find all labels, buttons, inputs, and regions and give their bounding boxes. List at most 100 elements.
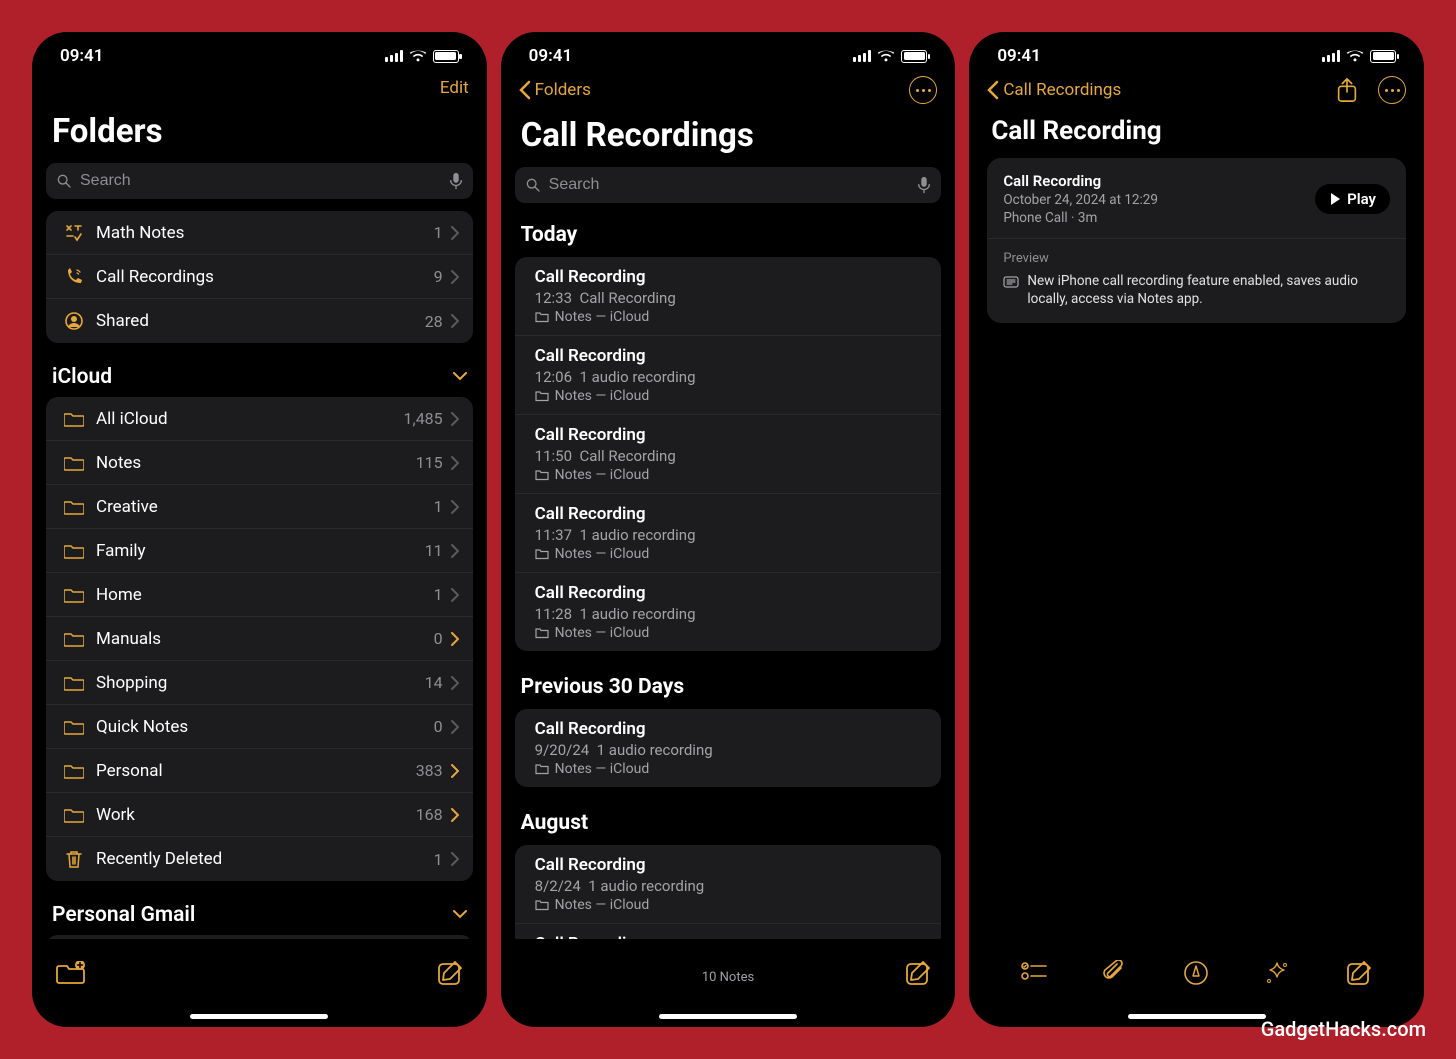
folder-row-shared[interactable]: Shared28 [46,299,473,343]
folder-count: 14 [425,673,443,692]
back-label: Call Recordings [1003,80,1121,100]
folder-row-math-notes[interactable]: Math Notes1 [46,211,473,255]
mic-icon[interactable] [449,172,463,190]
status-icons [385,49,459,63]
mic-icon[interactable] [917,176,931,194]
back-button[interactable]: Call Recordings [987,80,1121,100]
recording-row[interactable]: Call Recording11:50 Call RecordingNotes … [515,415,942,494]
gmail-section-header[interactable]: Personal Gmail [46,897,473,935]
back-button[interactable]: Folders [519,80,591,100]
folder-row-work[interactable]: Work168 [46,793,473,837]
search-field[interactable] [515,167,942,203]
recording-row[interactable]: Call Recording11:28 1 audio recordingNot… [515,573,942,651]
folder-icon [60,631,88,647]
search-field[interactable] [46,163,473,199]
chevron-right-icon [451,500,459,514]
status-bar: 09:41 [969,32,1424,74]
search-input[interactable] [80,172,441,190]
folder-label: Manuals [88,629,434,649]
folder-row-all-icloud[interactable]: All iCloud1,485 [46,397,473,441]
more-options-button[interactable] [1378,76,1406,104]
folder-count: 9 [434,267,443,286]
share-button[interactable] [1336,77,1358,103]
folder-row-recently-deleted[interactable]: Recently Deleted1 [46,837,473,881]
chevron-right-icon [451,808,459,822]
play-button[interactable]: Play [1315,184,1390,214]
trash-icon [60,849,88,869]
attach-button[interactable] [1103,960,1127,986]
compose-button[interactable] [437,960,463,986]
folder-row-creative[interactable]: Creative1 [46,485,473,529]
page-title: Call Recording [969,110,1424,158]
chevron-left-icon [519,80,531,100]
new-folder-button[interactable] [56,961,86,985]
folder-row-shopping[interactable]: Shopping14 [46,661,473,705]
recording-row[interactable]: Call Recording12:33 Call RecordingNotes … [515,257,942,336]
folder-count: 1 [434,223,443,242]
folder-label: Notes [88,453,416,473]
folder-row-notes[interactable]: Notes115 [46,441,473,485]
recording-location: Notes — iCloud [535,309,926,325]
folder-label: All iCloud [88,409,404,429]
markup-button[interactable] [1183,960,1209,986]
icloud-section-header[interactable]: iCloud [46,359,473,397]
recording-row[interactable]: Call Recording12:06 1 audio recordingNot… [515,336,942,415]
chevron-down-icon [453,910,467,920]
recording-sub: 8/2/24 1 audio recording [535,877,926,895]
search-input[interactable] [549,176,910,194]
card-date: October 24, 2024 at 12:29 [1003,192,1158,208]
folder-row-manuals[interactable]: Manuals0 [46,617,473,661]
checklist-button[interactable] [1021,962,1047,984]
folder-icon [60,411,88,427]
folder-icon [60,675,88,691]
folder-row-quick-notes[interactable]: Quick Notes0 [46,705,473,749]
cellular-icon [853,50,871,62]
note-count: 10 Notes [501,970,956,985]
recording-row[interactable]: Call Recording 8/2/24 1 audio recording No… [515,845,942,924]
folder-label: Call Recordings [88,267,434,287]
home-indicator[interactable] [190,1014,328,1019]
phone-call-recordings: 09:41 Folders Call Recordings [501,32,956,1027]
recording-row[interactable]: Call Recording11:37 1 audio recordingNot… [515,494,942,573]
folder-row-call-recordings[interactable]: Call Recordings9 [46,255,473,299]
home-indicator[interactable] [659,1014,797,1019]
status-time: 09:41 [529,46,572,66]
cellular-icon [1322,50,1340,62]
ai-button[interactable] [1264,960,1290,986]
folder-label: Work [88,805,416,825]
folder-count: 1 [434,850,443,869]
folder-count: 168 [416,805,443,824]
recording-sub: 9/20/24 1 audio recording [535,741,926,759]
folder-row-personal[interactable]: Personal383 [46,749,473,793]
folder-count: 1,485 [404,409,443,428]
more-options-button[interactable] [909,76,937,104]
folder-label: Quick Notes [88,717,434,737]
status-bar: 09:41 [501,32,956,74]
folder-count: 0 [434,629,443,648]
nav-bar: Call Recordings [969,74,1424,110]
folder-row-home[interactable]: Home1 [46,573,473,617]
home-indicator[interactable] [1128,1014,1266,1019]
folder-label: Creative [88,497,434,517]
recording-sub: 12:06 1 audio recording [535,368,926,386]
folder-count: 0 [434,717,443,736]
recordings-content: TodayCall Recording12:33 Call RecordingN… [501,215,956,939]
recording-location: Notes — iCloud [535,897,926,913]
recording-card: Call Recording October 24, 2024 at 12:29… [987,158,1406,323]
folder-row-family[interactable]: Family11 [46,529,473,573]
list-group-header: Previous 30 Days [515,667,942,709]
recording-row[interactable]: Call Recording [515,924,942,939]
recording-title: Call Recording [535,504,926,524]
compose-button[interactable] [1346,960,1372,986]
wifi-icon [409,49,427,63]
recording-row[interactable]: Call Recording9/20/24 1 audio recordingN… [515,709,942,787]
section-header-label: iCloud [52,365,112,389]
chevron-right-icon [451,412,459,426]
recording-sub: 11:50 Call Recording [535,447,926,465]
preview-label: Preview [1003,251,1390,266]
chevron-down-icon [453,372,467,382]
recording-location: Notes — iCloud [535,625,926,641]
folder-icon [60,807,88,823]
recording-title: Call Recording [535,855,926,875]
edit-button[interactable]: Edit [440,78,469,98]
